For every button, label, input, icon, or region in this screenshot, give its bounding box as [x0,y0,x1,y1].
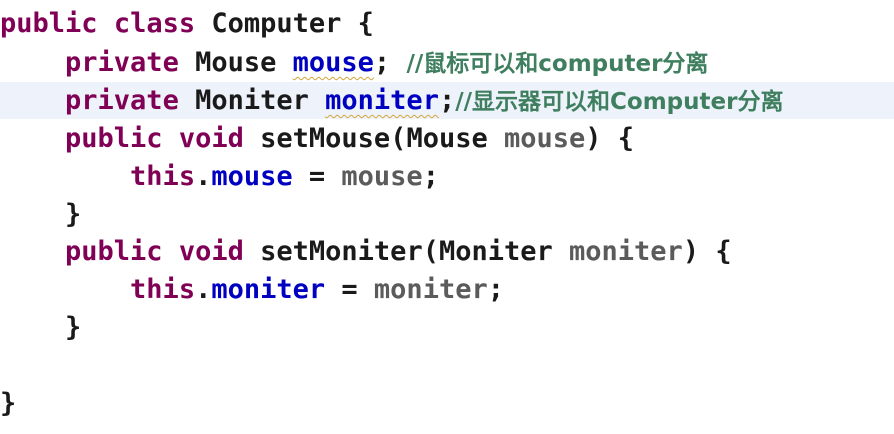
code-line-setmouse-signature: public void setMouse(Mouse mouse) { [0,120,894,157]
param-ref: moniter [373,274,488,305]
method-name: setMoniter( [260,236,439,267]
code-line-moniter-field: private Moniter moniter;//显示器可以和Computer… [0,82,894,119]
code-comment: //鼠标可以和computer分离 [406,51,709,77]
keyword-void: void [178,236,244,267]
keyword-public: public [65,123,163,154]
field-name-moniter: moniter [325,85,439,116]
field-ref: moniter [211,274,326,305]
code-line-setmoniter-signature: public void setMoniter(Moniter moniter) … [0,233,894,270]
param-name: moniter [569,236,683,267]
param-type: Mouse [406,123,488,154]
param-ref: mouse [341,161,423,192]
dot: . [195,274,212,305]
open-brace: { [357,8,374,39]
assign-operator: = [325,274,374,305]
assign-operator: = [292,161,342,192]
dot: . [195,161,212,192]
keyword-public: public [0,8,98,39]
field-type: Mouse [195,47,277,78]
code-line-close-class: } [0,385,894,422]
semicolon: ; [373,47,391,78]
keyword-private: private [65,85,179,116]
field-type: Moniter [195,85,309,116]
class-name: Computer [211,8,342,39]
keyword-this: this [130,161,196,192]
code-line-class-declaration: public class Computer { [0,5,894,42]
param-name: mouse [504,123,586,154]
code-line-assign-mouse: this.mouse = mouse; [0,158,894,195]
code-line-assign-moniter: this.moniter = moniter; [0,271,894,308]
code-line-close-setmouse: } [0,196,894,233]
code-line-mouse-field: private Mouse mouse; //鼠标可以和computer分离 [0,44,894,81]
param-type: Moniter [438,236,553,267]
field-name-mouse: mouse [292,47,374,78]
semicolon: ; [438,85,456,116]
close-brace: } [0,388,17,419]
semicolon: ; [422,161,439,192]
keyword-void: void [178,123,244,154]
semicolon: ; [487,274,504,305]
code-line-close-setmoniter: } [0,309,894,346]
signature-tail: ) { [585,123,635,154]
code-editor[interactable]: public class Computer { private Mouse mo… [0,0,894,434]
method-name: setMouse( [260,123,407,154]
close-brace: } [65,312,82,343]
keyword-public: public [65,236,163,267]
keyword-private: private [65,47,179,78]
signature-tail: ) { [682,236,732,267]
field-ref: mouse [211,161,293,192]
keyword-this: this [130,274,196,305]
code-comment: //显示器可以和Computer分离 [455,89,784,115]
keyword-class: class [113,8,196,39]
close-brace: } [65,199,82,230]
